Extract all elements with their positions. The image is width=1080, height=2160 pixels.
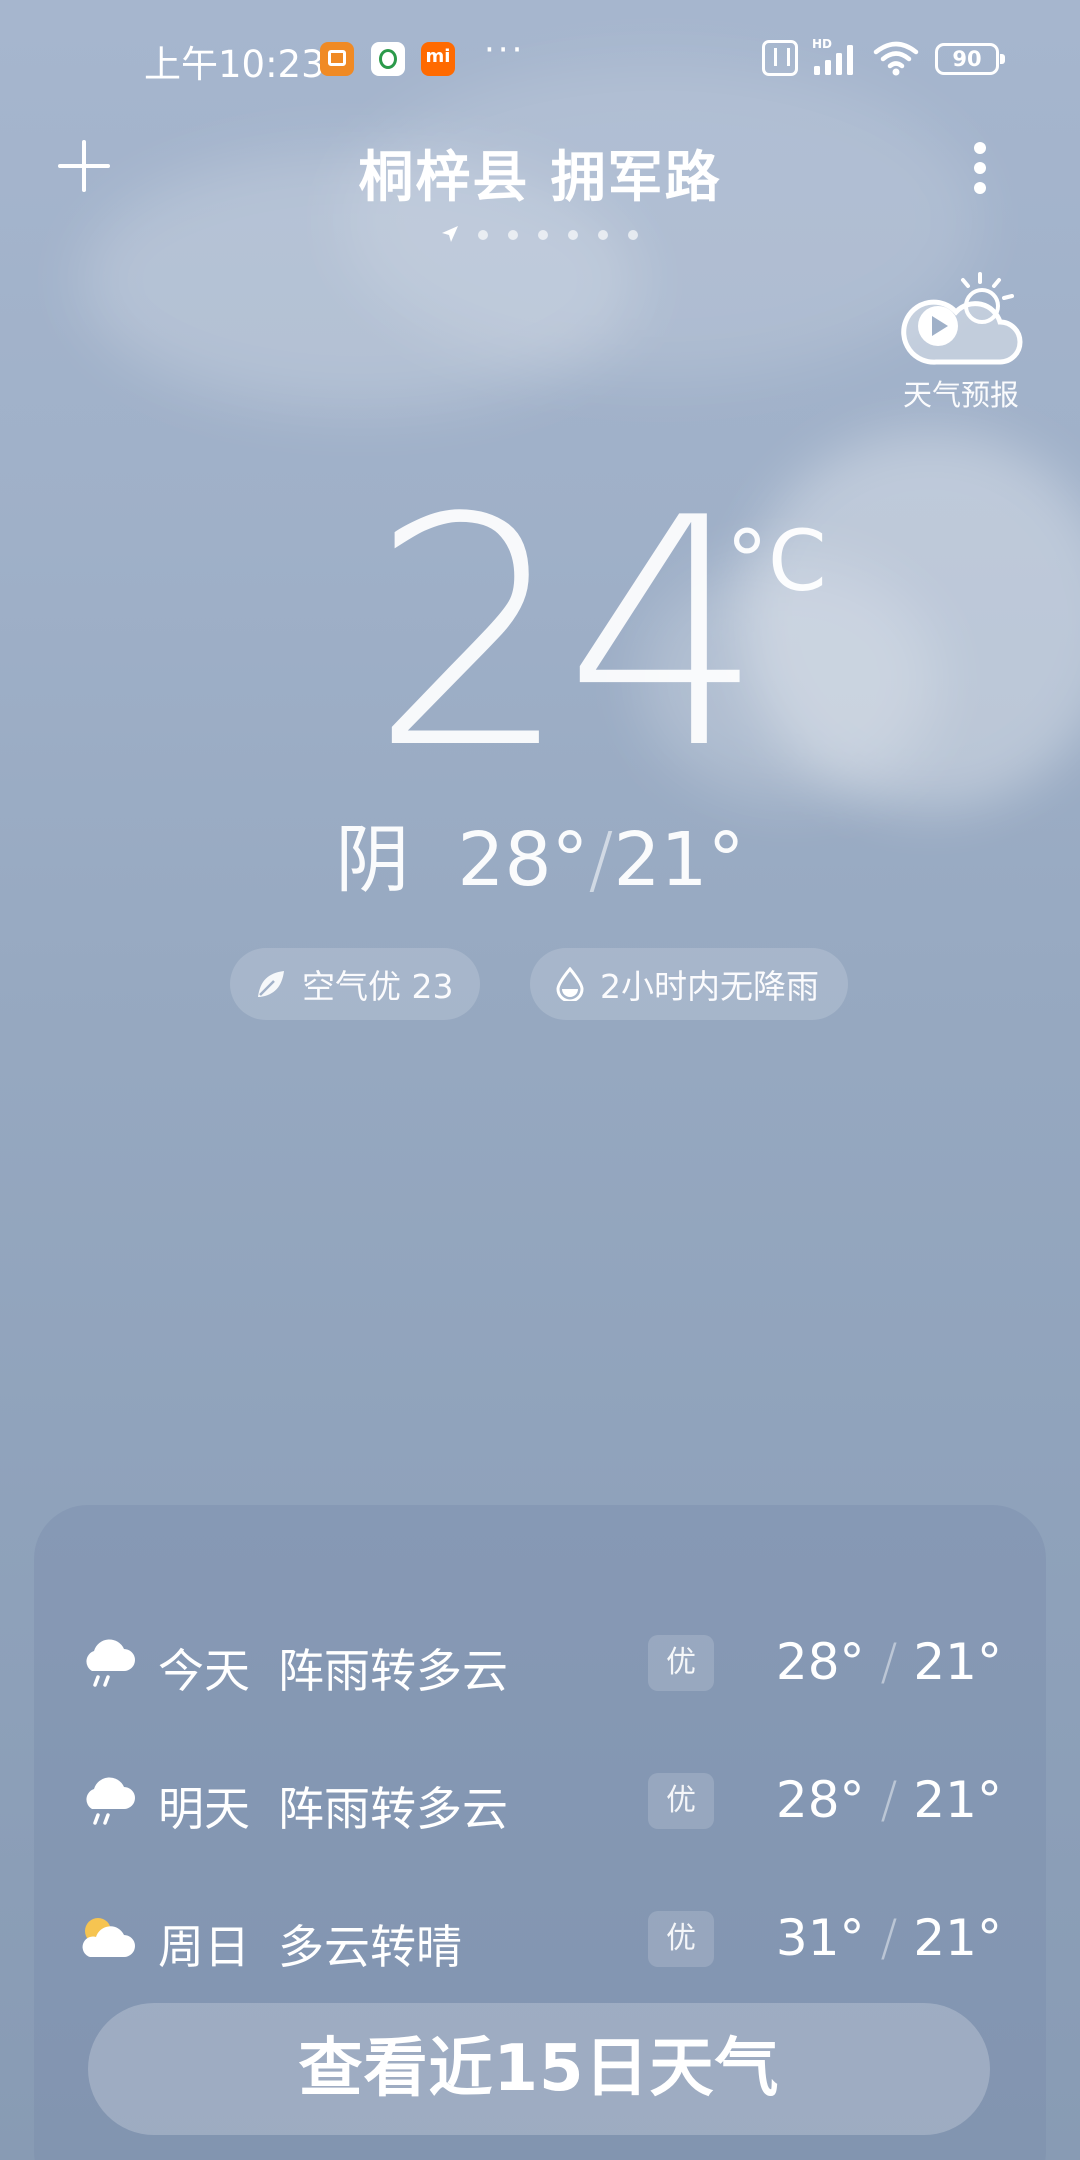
day-condition: 阵雨转多云 [278,1782,508,1836]
day-name: 周日 [158,1920,250,1974]
day-name: 今天 [158,1644,250,1698]
temp-separator: / [880,1771,898,1829]
forecast-row-sunday[interactable]: 周日 多云转晴 优 31° / 21° [34,1889,1046,1989]
battery-indicator: 90 [935,43,1005,75]
page-dot [478,230,488,240]
day-low: 21° [913,1633,1002,1691]
carrier-app-icon [371,42,405,76]
temperature-unit: °C [726,512,827,610]
rain-cloud-icon [86,1777,135,1825]
condition-summary: 阴 28°/21° [0,800,1080,907]
temp-separator: / [880,1633,898,1691]
aqi-badge: 优 [648,1773,714,1829]
day-temperature-range: 28° / 21° [776,1633,1002,1691]
partly-cloudy-icon [82,1918,135,1957]
notification-app-icon [320,42,354,76]
wifi-icon [873,41,919,76]
mi-app-icon [421,42,455,76]
weather-video-label: 天气预报 [902,378,1019,412]
precipitation-text: 2小时内无降雨 [600,967,819,1006]
water-drop-icon [556,967,584,1001]
day-temperature-range: 28° / 21° [776,1771,1002,1829]
today-high: 28° [457,817,589,903]
page-dot [538,230,548,240]
day-condition: 多云转晴 [278,1920,462,1974]
page-dot [568,230,578,240]
more-notifications-icon: ··· [484,30,526,70]
air-quality-chip[interactable]: 空气优 23 [230,948,480,1020]
day-high: 28° [775,1771,865,1829]
day-high: 31° [775,1909,865,1967]
weather-screen: 上午10:23 ··· HD 90 桐梓县 拥军路 [0,0,1080,2160]
more-menu-button[interactable] [962,138,998,198]
today-low: 21° [613,817,745,903]
cell-signal-icon: HD [812,37,853,75]
current-temperature: 24 [370,452,765,818]
aqi-badge: 优 [648,1635,714,1691]
air-quality-text: 空气优 23 [302,967,454,1006]
day-condition: 阵雨转多云 [278,1644,508,1698]
view-15-day-forecast-button[interactable]: 查看近15日天气 [88,2003,990,2135]
day-low: 21° [913,1771,1002,1829]
day-high: 28° [775,1633,865,1691]
rain-cloud-icon [86,1639,135,1687]
nfc-icon [762,40,798,76]
location-arrow-icon [442,226,458,242]
day-low: 21° [913,1909,1002,1967]
forecast-row-today[interactable]: 今天 阵雨转多云 优 28° / 21° [34,1613,1046,1713]
temp-separator: / [880,1909,898,1967]
page-dot [508,230,518,240]
play-cloud-icon [901,272,1023,365]
temp-separator: / [588,817,614,903]
current-condition: 阴 [335,817,410,903]
status-time: 上午10:23 [144,43,325,86]
leaf-icon [258,971,284,997]
forecast-row-tomorrow[interactable]: 明天 阵雨转多云 优 28° / 21° [34,1751,1046,1851]
day-temperature-range: 31° / 21° [776,1909,1002,1967]
status-bar: 上午10:23 ··· HD 90 [0,30,1080,90]
day-name: 明天 [158,1782,250,1836]
page-dot [598,230,608,240]
network-label: HD [812,37,832,51]
weather-video-button[interactable]: 天气预报 [896,272,1026,412]
aqi-badge: 优 [648,1911,714,1967]
precipitation-chip[interactable]: 2小时内无降雨 [530,948,848,1020]
location-title[interactable]: 桐梓县 拥军路 [0,132,1080,212]
cloud-background [340,60,980,380]
page-dot [628,230,638,240]
